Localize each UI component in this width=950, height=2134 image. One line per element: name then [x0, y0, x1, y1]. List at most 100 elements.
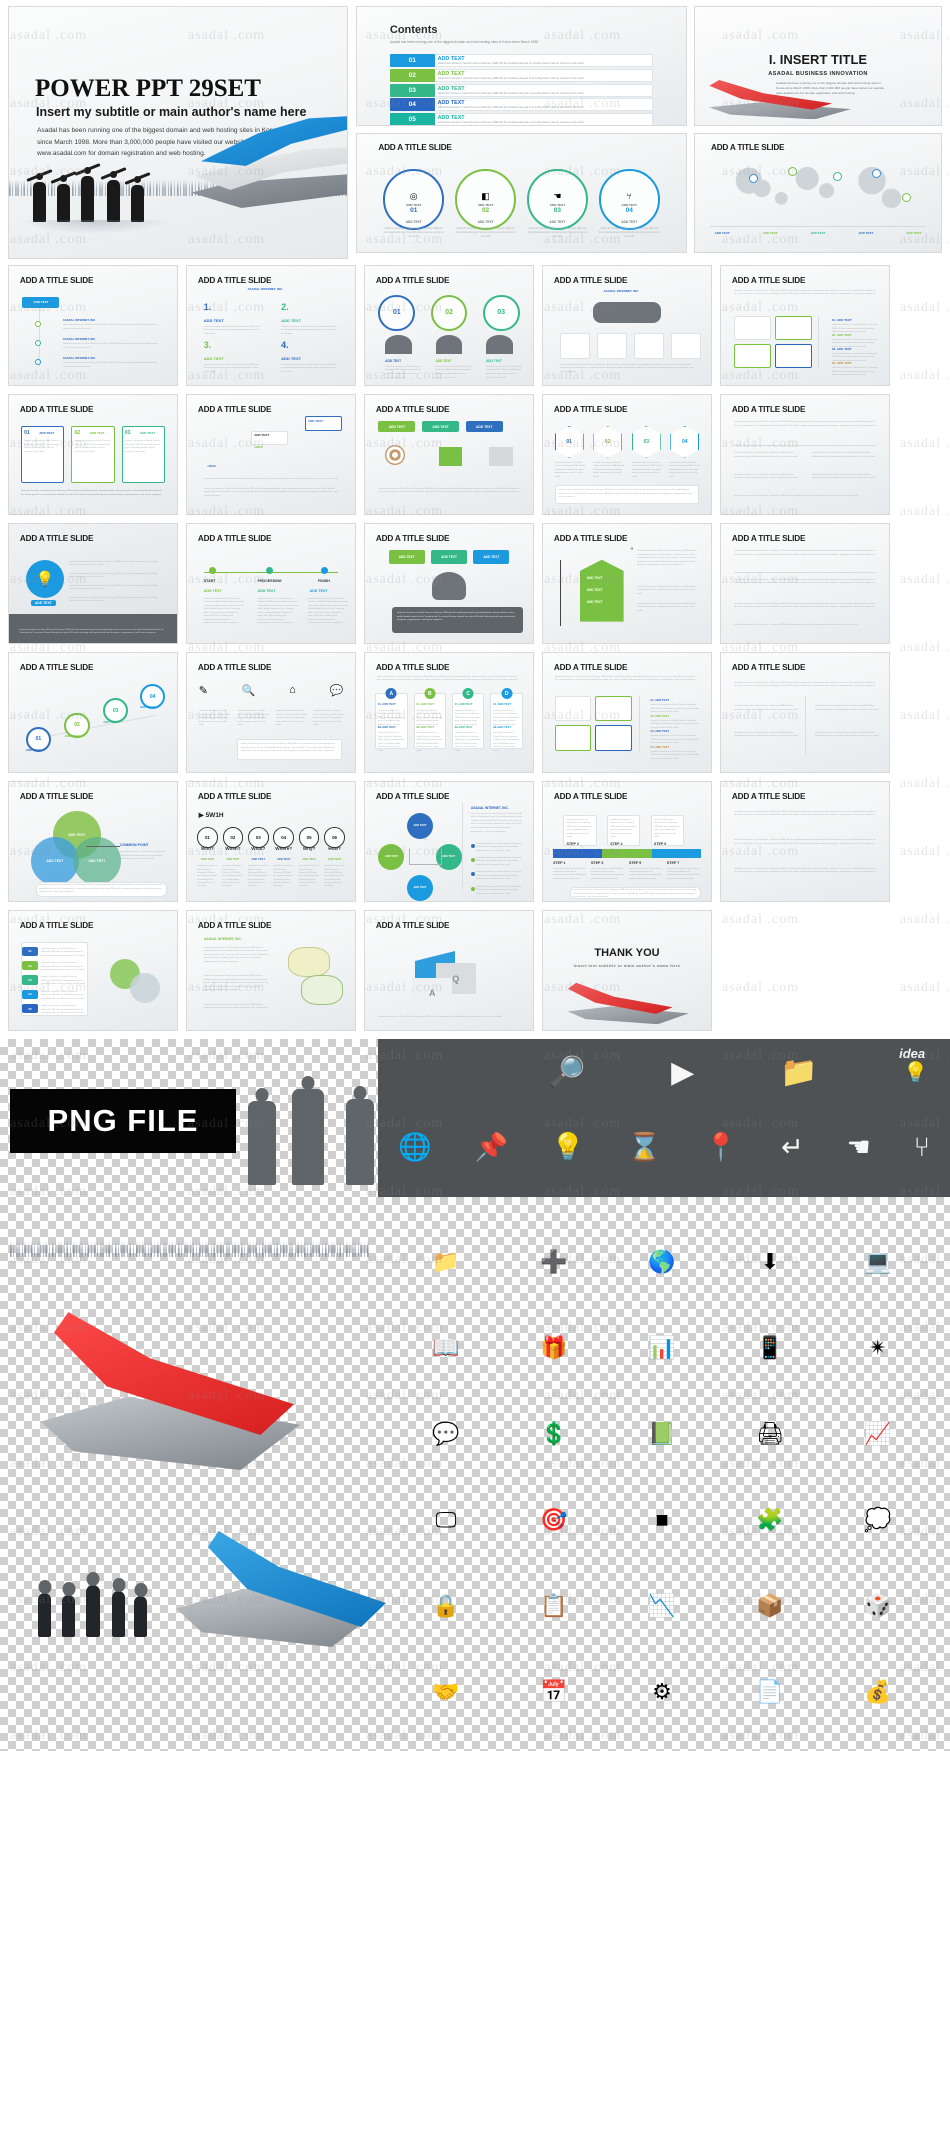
- slide-thumb-numbered-list[interactable]: ADD A TITLE SLIDE ASADAL INTERNET, INC. …: [186, 265, 356, 386]
- monitor-icon[interactable]: 🖵: [392, 1477, 500, 1563]
- icon-tile[interactable]: [734, 315, 772, 341]
- home-icon[interactable]: ⌂: [289, 684, 296, 697]
- slide-thumb-abcd-columns[interactable]: ADD A TITLE SLIDE started its business i…: [364, 652, 534, 773]
- map-pin-icon[interactable]: [901, 193, 911, 202]
- slide-thumb-steps[interactable]: ADD A TITLE SLIDE started its business i…: [542, 781, 712, 902]
- world-map-slide[interactable]: ADD A TITLE SLIDE ADD TEXT ADD TEXT ADD …: [694, 133, 942, 253]
- coins-icon[interactable]: 💰: [824, 1649, 932, 1735]
- bar-graph-icon[interactable]: 📉: [608, 1563, 716, 1649]
- slide-thumb-three-columns[interactable]: ADD A TITLE SLIDE 01 02 03 ADD TEXT ADD …: [8, 394, 178, 515]
- contents-slide[interactable]: Contents Asadal has been running one of …: [356, 6, 687, 126]
- chat-bubble-icon[interactable]: 💬: [392, 1391, 500, 1477]
- slide-thumb-speech-bubbles[interactable]: ADD A TITLE SLIDE ASADAL INTERNET, INC. …: [186, 910, 356, 1031]
- abcd-card[interactable]: D 01. ADD TEXT started its business in S…: [490, 688, 523, 752]
- globe-icon[interactable]: 🌐: [398, 1131, 432, 1163]
- report-search-icon[interactable]: 🔎: [548, 1055, 585, 1090]
- cube-chart-icon[interactable]: 📊: [608, 1305, 716, 1391]
- share-node-icon[interactable]: ⑂: [914, 1132, 930, 1163]
- slide-thumb-process-flow[interactable]: ADD A TITLE SLIDE START PROCEEDING FINIS…: [186, 523, 356, 644]
- pencil-icon[interactable]: ✎: [199, 684, 208, 697]
- growth-chart-icon[interactable]: 📈: [824, 1391, 932, 1477]
- search-box-icon[interactable]: ⬇: [716, 1219, 824, 1305]
- burst-star-icon[interactable]: ✴: [824, 1305, 932, 1391]
- pin-icon[interactable]: 📌: [475, 1131, 509, 1163]
- location-marker-icon[interactable]: 📍: [704, 1131, 738, 1163]
- icon-tile[interactable]: [595, 695, 633, 722]
- folder-upload-icon[interactable]: 📁: [780, 1055, 817, 1090]
- slide-thumb-spacer[interactable]: ADD A TITLE SLIDE started its business i…: [720, 652, 890, 773]
- insert-title-slide[interactable]: I. INSERT TITLE ASADAL BUSINESS INNOVATI…: [694, 6, 942, 126]
- book-arrow-icon[interactable]: 📗: [608, 1391, 716, 1477]
- folder-search-icon[interactable]: 📁: [392, 1219, 500, 1305]
- green-cube-icon[interactable]: ■: [608, 1477, 716, 1563]
- abcd-card[interactable]: B 01. ADD TEXT started its business in S…: [413, 688, 447, 752]
- slide-thumb-blank-text[interactable]: ADD A TITLE SLIDE started its business i…: [720, 523, 890, 644]
- chat-icon[interactable]: 💬: [329, 684, 343, 697]
- bubble-top[interactable]: ADD TEXT: [407, 812, 433, 839]
- clipboard-icon[interactable]: 📋: [500, 1563, 608, 1649]
- laptop-arrow-icon[interactable]: 💻: [824, 1219, 932, 1305]
- venn-circle-left[interactable]: ADD TEXT: [30, 836, 79, 885]
- hand-pointer-icon[interactable]: ☚: [847, 1132, 871, 1163]
- slide-thumb-bulb-list[interactable]: ADD A TITLE SLIDE 💡 ADD TEXT started its…: [8, 523, 178, 644]
- hex-item[interactable]: 03: [631, 425, 661, 458]
- slide-thumb-handshake-icons[interactable]: ADD A TITLE SLIDE ASADAL INTERNET, INC. …: [542, 265, 712, 386]
- document-icon[interactable]: 📄: [716, 1649, 824, 1735]
- icon-tile[interactable]: [554, 725, 592, 751]
- search-icon[interactable]: 🔍: [242, 684, 256, 697]
- qa-cube-icon[interactable]: 🎲: [824, 1563, 932, 1649]
- open-book-icon[interactable]: 📖: [392, 1305, 500, 1391]
- smartphone-pen-icon[interactable]: 📱: [716, 1305, 824, 1391]
- icon-tile[interactable]: [633, 332, 664, 359]
- slide-thumb-icons-5[interactable]: ADD A TITLE SLIDE ✎ 🔍 ⌂ 💬 started its bu…: [186, 652, 356, 773]
- icon-tile[interactable]: [734, 344, 772, 369]
- icon-tile[interactable]: [775, 344, 812, 369]
- puzzle-hand-icon[interactable]: 🧩: [716, 1477, 824, 1563]
- hourglass-icon[interactable]: ⌛: [628, 1131, 662, 1163]
- slide-thumb-hexagons[interactable]: ADD A TITLE SLIDE 01 02 03 04 started it…: [542, 394, 712, 515]
- slide-thumb-left-table[interactable]: ADD A TITLE SLIDE 01 02 03 04 05 started…: [8, 910, 178, 1031]
- handshake-icon[interactable]: 🤝: [392, 1649, 500, 1735]
- icon-tile[interactable]: [596, 332, 627, 359]
- slide-thumb-person-quote[interactable]: ADD A TITLE SLIDE ADD TEXT ADD TEXT ADD …: [364, 523, 534, 644]
- slide-thumb-flow-list[interactable]: ADD A TITLE SLIDE ADD TEXT ASADAL INTERN…: [8, 265, 178, 386]
- slide-thumb-green-arrows[interactable]: ADD A TITLE SLIDE “ started its business…: [542, 523, 712, 644]
- venn-circle-right[interactable]: ADD TEXT: [72, 836, 121, 885]
- icon-tile[interactable]: [670, 332, 701, 359]
- icon-tile[interactable]: [595, 725, 633, 751]
- hero-cover-slide[interactable]: POWER PPT 29SET Insert my subtitle or ma…: [8, 6, 348, 259]
- slide-thumb-bullets[interactable]: ADD A TITLE SLIDE started its business i…: [720, 394, 890, 515]
- hex-item[interactable]: 01: [554, 425, 584, 458]
- bubble-bottom[interactable]: ADD TEXT: [407, 874, 433, 901]
- target-dart-icon[interactable]: 🎯: [500, 1477, 608, 1563]
- mobile-money-icon[interactable]: 💲: [500, 1391, 608, 1477]
- lock-icon[interactable]: 🔒: [392, 1563, 500, 1649]
- cube-box-icon[interactable]: 📦: [716, 1563, 824, 1649]
- map-pin-icon[interactable]: [832, 171, 842, 181]
- icon-tile[interactable]: [775, 315, 812, 341]
- slide-thumb-three-circles[interactable]: ADD A TITLE SLIDE 01 02 03 ADD TEXT ADD …: [364, 265, 534, 386]
- printer-cursor-icon[interactable]: 🖨: [716, 1391, 824, 1477]
- slide-thumb-house-circle[interactable]: ADD A TITLE SLIDE ADD TEXT ADD TEXT ADD …: [364, 781, 534, 902]
- hex-item[interactable]: 04: [670, 425, 700, 458]
- slide-thumb-venn[interactable]: ADD A TITLE SLIDE ADD TEXT ADD TEXT ADD …: [8, 781, 178, 902]
- hex-item[interactable]: 02: [593, 425, 623, 458]
- slide-thumb-tiles-list[interactable]: ADD A TITLE SLIDE started its business i…: [542, 652, 712, 773]
- calendar-icon[interactable]: 📅: [500, 1649, 608, 1735]
- slide-thumb-timeline-chart[interactable]: ADD A TITLE SLIDE +2010 +2012 +2014 ADD …: [186, 394, 356, 515]
- globe-hand-icon[interactable]: 🌎: [608, 1219, 716, 1305]
- bubble-left[interactable]: ADD TEXT: [378, 843, 405, 870]
- gift-box-icon[interactable]: 🎁: [500, 1305, 608, 1391]
- slide-thumb-icon-grid[interactable]: ADD A TITLE SLIDE started its business i…: [720, 265, 890, 386]
- abcd-card[interactable]: A 01. ADD TEXT started its business in S…: [375, 688, 408, 752]
- slide-thumb-thank-you[interactable]: THANK YOU Insert text subtitle or main a…: [542, 910, 712, 1031]
- slide-thumb-target-icons[interactable]: ADD A TITLE SLIDE ADD TEXT ADD TEXT ADD …: [364, 394, 534, 515]
- icon-tile[interactable]: [559, 332, 591, 359]
- slide-thumb-qa-cube[interactable]: ADD A TITLE SLIDE Q A started its busine…: [364, 910, 534, 1031]
- slide-thumb-extra[interactable]: ADD A TITLE SLIDE started its business i…: [720, 781, 890, 902]
- abcd-card[interactable]: C 01. ADD TEXT started its business in S…: [451, 688, 485, 752]
- enter-arrow-icon[interactable]: ↵: [781, 1132, 804, 1163]
- icon-tile[interactable]: [554, 695, 592, 722]
- chat-dots-icon[interactable]: 💭: [824, 1477, 932, 1563]
- four-circles-slide[interactable]: ADD A TITLE SLIDE ◎ ADD TEXT ◧ ADD TEXT …: [356, 133, 687, 253]
